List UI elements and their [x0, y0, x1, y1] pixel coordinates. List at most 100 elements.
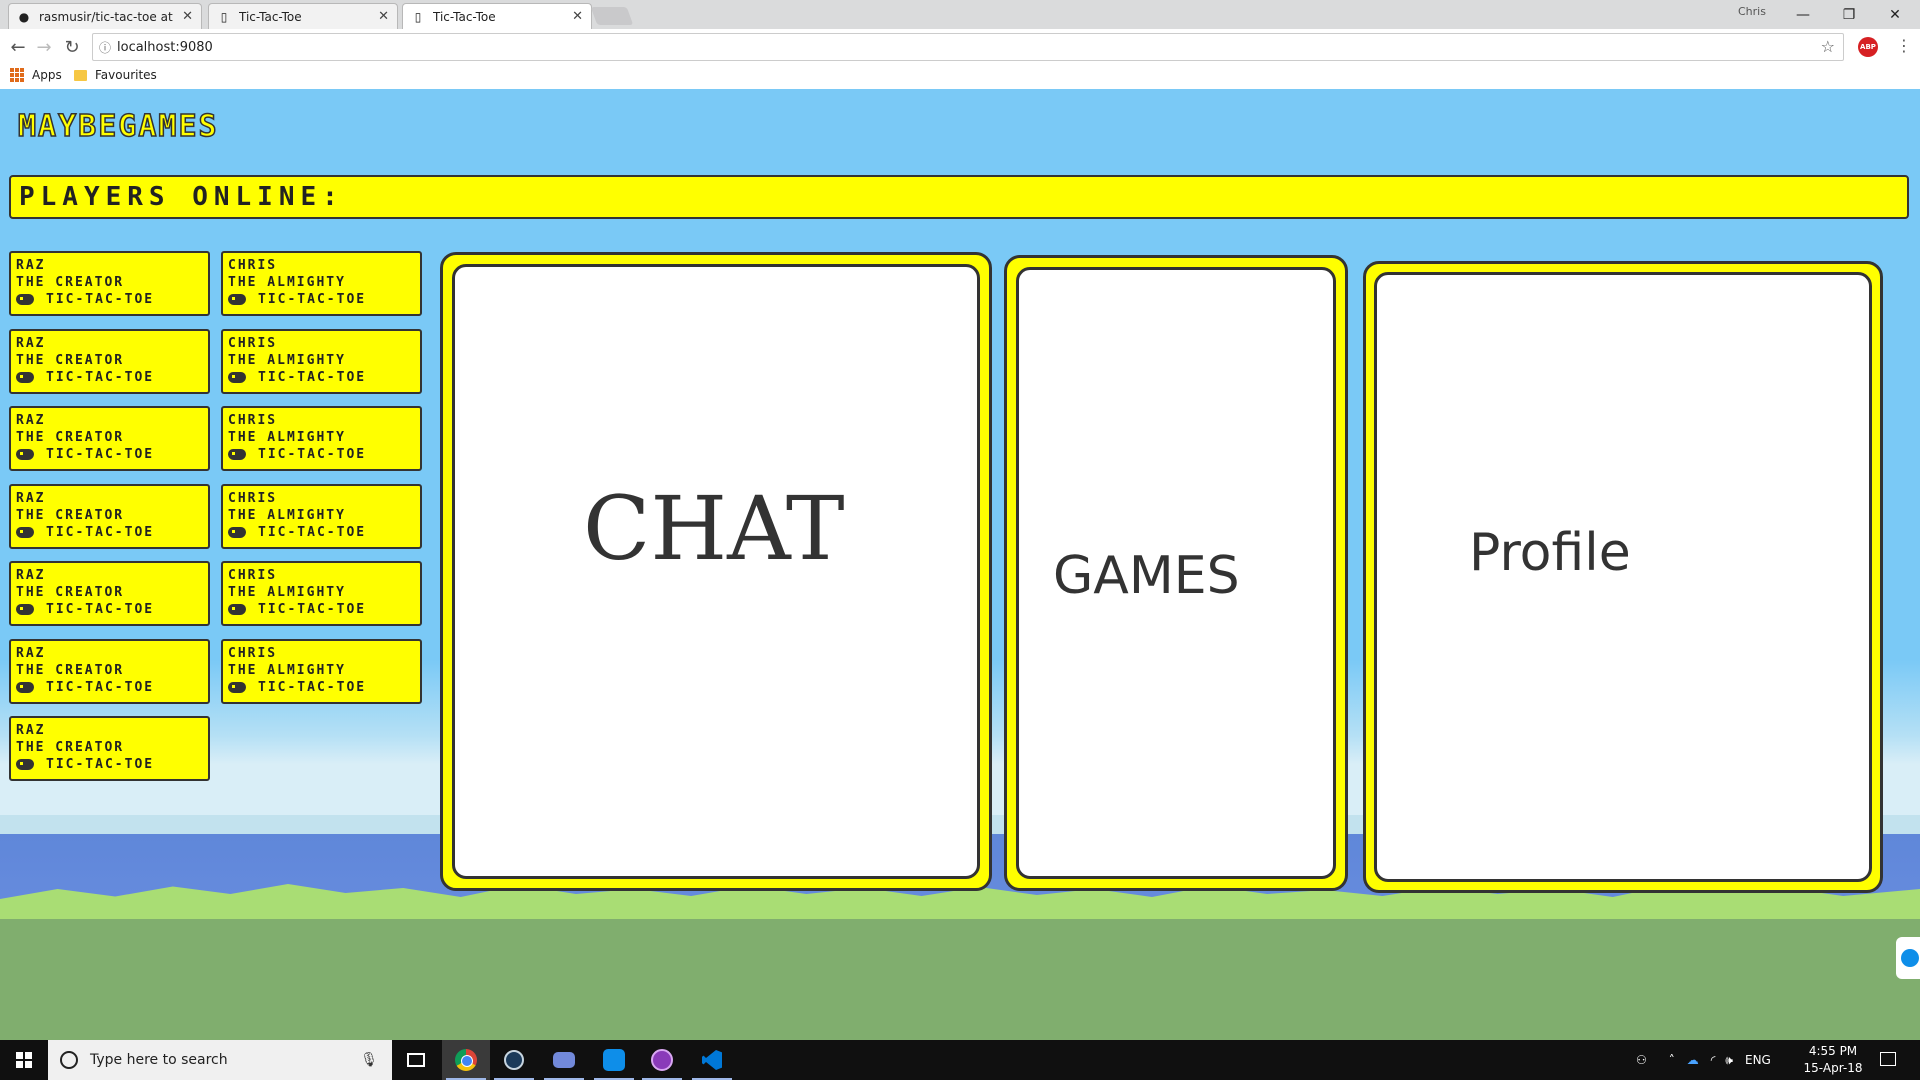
browser-tab[interactable]: ▯ Tic-Tac-Toe ✕ [208, 3, 398, 29]
player-title: THE ALMIGHTY [228, 275, 346, 290]
reload-icon[interactable]: ↻ [60, 35, 84, 59]
bookmark-label: Favourites [95, 68, 157, 82]
forward-arrow-icon[interactable]: → [32, 35, 56, 59]
player-title: THE CREATOR [16, 430, 125, 445]
address-bar[interactable]: ⓘ localhost:9080 ☆ [92, 33, 1844, 61]
player-game: TIC-TAC-TOE [258, 525, 367, 540]
player-name: RAZ [16, 413, 46, 428]
tab-close-icon[interactable]: ✕ [572, 9, 583, 24]
taskbar-steam[interactable] [490, 1040, 538, 1080]
taskbar-app-purple[interactable] [638, 1040, 686, 1080]
adblock-extension-icon[interactable]: ABP [1858, 37, 1878, 57]
windows-taskbar: Type here to search 🎙 ⚇ ˄ ☁ ◜ 🕪 ENG 4:55… [0, 1040, 1920, 1080]
discord-icon [553, 1052, 575, 1068]
player-card[interactable]: RAZ THE CREATOR TIC-TAC-TOE [9, 406, 210, 471]
people-icon[interactable]: ⚇ [1636, 1053, 1647, 1067]
gamepad-icon [16, 527, 34, 538]
taskbar-clock[interactable]: 4:55 PM 15-Apr-18 [1796, 1043, 1870, 1077]
tab-close-icon[interactable]: ✕ [182, 9, 193, 24]
language-indicator[interactable]: ENG [1745, 1053, 1771, 1067]
wifi-icon[interactable]: ◜ [1711, 1053, 1716, 1067]
player-card[interactable]: CHRIS THE ALMIGHTY TIC-TAC-TOE [221, 251, 422, 316]
player-game-row: TIC-TAC-TOE [228, 524, 415, 541]
address-text[interactable]: localhost:9080 [117, 40, 213, 55]
bookmark-favourites[interactable]: Favourites [74, 68, 157, 82]
player-card[interactable]: CHRIS THE ALMIGHTY TIC-TAC-TOE [221, 561, 422, 626]
player-game: TIC-TAC-TOE [258, 292, 367, 307]
player-card[interactable]: RAZ THE CREATOR TIC-TAC-TOE [9, 639, 210, 704]
tab-close-icon[interactable]: ✕ [378, 9, 389, 24]
player-title: THE ALMIGHTY [228, 353, 346, 368]
bookmark-apps[interactable]: Apps [10, 68, 62, 82]
player-game-row: TIC-TAC-TOE [16, 679, 203, 696]
player-game: TIC-TAC-TOE [258, 447, 367, 462]
player-game-row: TIC-TAC-TOE [228, 679, 415, 696]
new-tab-button[interactable] [590, 7, 634, 25]
player-game: TIC-TAC-TOE [46, 525, 155, 540]
taskbar-discord[interactable] [540, 1040, 588, 1080]
gamepad-icon [16, 682, 34, 693]
microphone-icon[interactable]: 🎙 [360, 1052, 378, 1068]
bookmark-star-icon[interactable]: ☆ [1821, 37, 1835, 56]
windows-logo-icon [16, 1052, 32, 1068]
gamepad-icon [228, 527, 246, 538]
restore-icon[interactable]: ❐ [1826, 0, 1872, 29]
player-game-row: TIC-TAC-TOE [16, 601, 203, 618]
player-card[interactable]: RAZ THE CREATOR TIC-TAC-TOE [9, 716, 210, 781]
show-hidden-icons-chevron-icon[interactable]: ˄ [1669, 1053, 1675, 1067]
chat-panel[interactable]: CHAT [440, 252, 992, 891]
player-title: THE CREATOR [16, 740, 125, 755]
onedrive-icon[interactable]: ☁ [1687, 1053, 1699, 1067]
start-button[interactable] [0, 1040, 48, 1080]
player-game-row: TIC-TAC-TOE [16, 756, 203, 773]
site-logo[interactable]: MAYBEGAMES [17, 108, 219, 145]
taskbar-teamviewer[interactable] [590, 1040, 638, 1080]
vscode-icon [702, 1050, 722, 1070]
action-center-icon[interactable] [1880, 1052, 1896, 1066]
player-card[interactable]: CHRIS THE ALMIGHTY TIC-TAC-TOE [221, 406, 422, 471]
search-placeholder: Type here to search [90, 1052, 228, 1068]
player-title: THE CREATOR [16, 663, 125, 678]
page-viewport: MAYBEGAMES PLAYERS ONLINE: RAZ THE CREATO… [0, 89, 1920, 1040]
window-controls: — ❐ ✕ [1780, 0, 1918, 29]
browser-tab-active[interactable]: ▯ Tic-Tac-Toe ✕ [402, 3, 592, 29]
taskbar-chrome[interactable] [442, 1040, 490, 1080]
players-online-label: PLAYERS ONLINE: [19, 182, 344, 212]
player-game-row: TIC-TAC-TOE [228, 369, 415, 386]
player-title: THE CREATOR [16, 585, 125, 600]
tab-title: Tic-Tac-Toe [433, 9, 496, 24]
volume-icon[interactable]: 🕪 [1725, 1053, 1733, 1068]
player-card[interactable]: CHRIS THE ALMIGHTY TIC-TAC-TOE [221, 639, 422, 704]
back-arrow-icon[interactable]: ← [6, 35, 30, 59]
browser-user-name[interactable]: Chris [1738, 5, 1766, 18]
player-card[interactable]: RAZ THE CREATOR TIC-TAC-TOE [9, 561, 210, 626]
minimize-icon[interactable]: — [1780, 0, 1826, 29]
gamepad-icon [228, 372, 246, 383]
chrome-icon [455, 1049, 477, 1071]
close-window-icon[interactable]: ✕ [1872, 0, 1918, 29]
player-game-row: TIC-TAC-TOE [16, 291, 203, 308]
teamviewer-side-tab[interactable] [1896, 937, 1920, 979]
player-title: THE ALMIGHTY [228, 585, 346, 600]
teamviewer-icon [1901, 949, 1919, 967]
games-panel[interactable]: GAMES [1004, 255, 1348, 891]
info-icon[interactable]: ⓘ [93, 39, 117, 56]
browser-tab[interactable]: ● rasmusir/tic-tac-toe at G ✕ [8, 3, 202, 29]
browser-tab-bar: ● rasmusir/tic-tac-toe at G ✕ ▯ Tic-Tac-… [0, 0, 1920, 29]
taskbar-search-box[interactable]: Type here to search 🎙 [48, 1040, 392, 1080]
bookmarks-bar: Apps Favourites [0, 65, 1920, 90]
profile-panel[interactable]: Profile [1363, 261, 1883, 893]
player-card[interactable]: CHRIS THE ALMIGHTY TIC-TAC-TOE [221, 484, 422, 549]
player-card[interactable]: CHRIS THE ALMIGHTY TIC-TAC-TOE [221, 329, 422, 394]
gamepad-icon [16, 294, 34, 305]
profile-label: Profile [1469, 523, 1631, 583]
clock-time: 4:55 PM [1808, 1044, 1858, 1058]
player-card[interactable]: RAZ THE CREATOR TIC-TAC-TOE [9, 329, 210, 394]
gamepad-icon [16, 604, 34, 615]
player-card[interactable]: RAZ THE CREATOR TIC-TAC-TOE [9, 251, 210, 316]
player-title: THE ALMIGHTY [228, 430, 346, 445]
task-view-button[interactable] [392, 1040, 440, 1080]
player-card[interactable]: RAZ THE CREATOR TIC-TAC-TOE [9, 484, 210, 549]
browser-menu-icon[interactable]: ⋮ [1896, 36, 1912, 55]
taskbar-vscode[interactable] [688, 1040, 736, 1080]
